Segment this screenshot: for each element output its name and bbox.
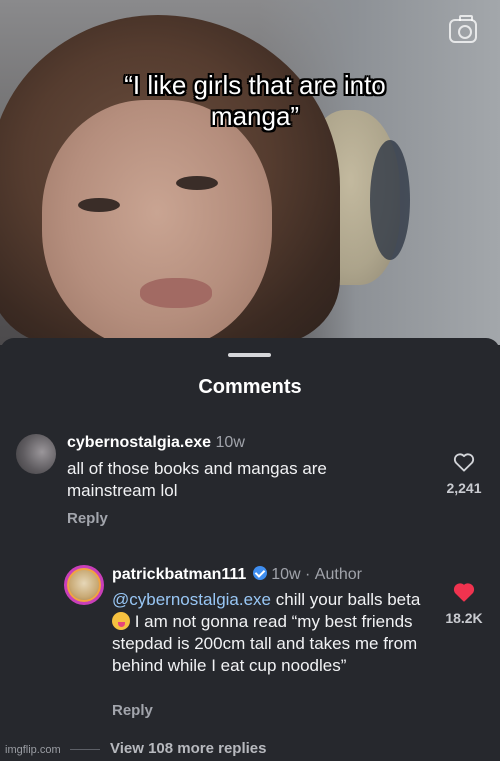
comment-text: all of those books and mangas are mainst…: [67, 459, 327, 500]
caption-line-2: manga”: [210, 101, 300, 131]
video-frame[interactable]: “I like girls that are into manga”: [0, 0, 500, 345]
reply-button[interactable]: Reply: [112, 702, 153, 719]
like-count: 2,241: [446, 480, 482, 496]
reply-text: @cybernostalgia.exe chill your balls bet…: [112, 589, 432, 677]
person-lips: [140, 278, 212, 308]
comment-header: cybernostalgia.exe 10w: [67, 434, 245, 452]
video-caption: “I like girls that are into manga”: [90, 70, 420, 132]
lamp-shadow: [370, 140, 410, 260]
comments-title: Comments: [198, 376, 302, 398]
reply-button[interactable]: Reply: [67, 510, 108, 527]
divider: [70, 749, 100, 750]
squinting-tongue-emoji-icon: [112, 612, 130, 630]
person-left-eye: [78, 198, 120, 212]
heart-filled-icon[interactable]: [453, 582, 475, 602]
like-count: 18.2K: [445, 610, 483, 626]
reply-header: patrickbatman111 10w · Author: [112, 566, 362, 584]
reply-text-part-1: chill your balls beta: [271, 590, 421, 609]
separator-dot: ·: [305, 566, 311, 583]
reply-text-part-2: I am not gonna read “my best friends ste…: [112, 612, 418, 675]
sheet-grabber-handle[interactable]: [228, 353, 271, 357]
comments-sheet: Comments cybernostalgia.exe 10w all of t…: [0, 338, 500, 761]
view-more-replies-button[interactable]: View 108 more replies: [110, 740, 266, 757]
mention-link[interactable]: @cybernostalgia.exe: [112, 590, 271, 609]
camera-icon[interactable]: [449, 15, 477, 43]
reply-username[interactable]: patrickbatman111: [112, 566, 246, 583]
verified-badge-icon: [252, 566, 267, 580]
like-column: 2,241: [434, 452, 494, 496]
comment-time: 10w: [215, 434, 245, 451]
author-label: Author: [314, 566, 362, 583]
heart-outline-icon[interactable]: [453, 452, 475, 472]
reply-time: 10w: [271, 566, 301, 583]
person-face: [42, 100, 272, 345]
like-column: 18.2K: [434, 582, 494, 626]
watermark: imgflip.com: [5, 744, 61, 756]
comment-username[interactable]: cybernostalgia.exe: [67, 434, 211, 451]
person-right-eye: [176, 176, 218, 190]
caption-line-1: “I like girls that are into: [124, 70, 386, 100]
avatar[interactable]: [64, 565, 104, 605]
avatar[interactable]: [16, 434, 56, 474]
